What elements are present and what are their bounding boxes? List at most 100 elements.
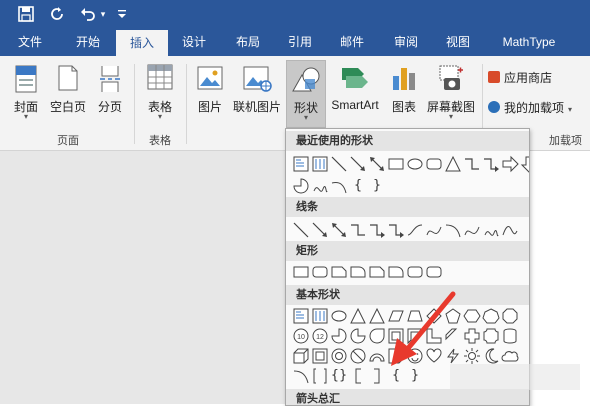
page-break-button[interactable]: 分页 [92,60,128,134]
oval-shape-icon[interactable] [406,155,424,173]
elbow-shape-icon[interactable] [463,155,481,173]
rrect-shape-icon[interactable] [425,155,443,173]
scribble-shape-icon[interactable] [311,177,329,195]
dbracket-shape-icon[interactable] [311,367,329,385]
rarrow-shape-icon[interactable] [501,155,519,173]
section-lines: 线条 [286,197,529,217]
elbowarrow-shape-icon[interactable] [368,221,386,239]
pie-shape-icon[interactable] [330,327,348,345]
tab-design[interactable]: 设计 [172,28,216,56]
darrow-shape-icon[interactable] [520,155,529,173]
vtext-shape-icon[interactable] [311,155,329,173]
cover-page-button[interactable]: 封面 ▾ [8,60,44,134]
can-shape-icon[interactable] [501,327,519,345]
pie-shape-icon[interactable] [292,177,310,195]
save-icon[interactable] [16,4,36,24]
chord-shape-icon[interactable] [349,327,367,345]
shapes-icon [291,65,321,98]
tri-shape-icon[interactable] [444,155,462,173]
brace-shape-icon[interactable]: { [349,177,367,195]
arcline-shape-icon[interactable] [444,221,462,239]
elbowarrow-shape-icon[interactable] [387,221,405,239]
elbow-shape-icon[interactable] [349,221,367,239]
oct-shape-icon[interactable] [501,307,519,325]
online-pictures-button[interactable]: 联机图片 [230,60,284,134]
arc-shape-icon[interactable] [330,177,348,195]
rect-shape-icon[interactable] [292,263,310,281]
tab-layout[interactable]: 布局 [226,28,270,56]
sq-shape-icon[interactable] [406,221,424,239]
chevron-down-icon: ▾ [303,113,308,122]
snip-shape-icon[interactable] [330,263,348,281]
table-button[interactable]: 表格 ▾ [140,60,180,134]
rrect-shape-icon[interactable] [406,263,424,281]
dec-shape-icon[interactable]: 10 [292,327,310,345]
undo-icon[interactable] [78,4,98,24]
blank-page-icon [57,64,79,95]
moon-shape-icon[interactable] [482,347,500,365]
tab-view[interactable]: 视图 [436,28,480,56]
tab-references[interactable]: 引用 [278,28,322,56]
scribble-shape-icon[interactable] [482,221,500,239]
dblarrow-shape-icon[interactable] [330,221,348,239]
plaque-shape-icon[interactable] [482,327,500,345]
dblarrow-shape-icon[interactable] [368,155,386,173]
chart-button[interactable]: 图表 [386,60,422,134]
rrect-shape-icon[interactable] [311,263,329,281]
line-shape-icon[interactable] [330,155,348,173]
cube-shape-icon[interactable] [292,347,310,365]
hept-shape-icon[interactable] [482,307,500,325]
rect-shape-icon[interactable] [387,155,405,173]
brace-shape-icon[interactable]: {} [330,367,348,385]
dodec-shape-icon[interactable]: 12 [311,327,329,345]
redo-icon[interactable] [48,4,68,24]
brace-shape-icon[interactable]: } [368,177,386,195]
arrowline-shape-icon[interactable] [311,221,329,239]
blank-page-label: 空白页 [49,100,86,114]
blank-page-button[interactable]: 空白页 [46,60,90,134]
pages-group-label: 页面 [57,135,79,147]
store-button[interactable]: 应用商店 [488,68,552,88]
round1-shape-icon[interactable] [387,263,405,281]
vtext-shape-icon[interactable] [311,307,329,325]
cloud-shape-icon[interactable] [501,347,519,365]
tab-home[interactable]: 开始 [64,28,112,56]
screenshot-button[interactable]: 屏幕截图 ▾ [424,60,478,134]
elbowarrow-shape-icon[interactable] [482,155,500,173]
donut-shape-icon[interactable] [330,347,348,365]
round1-shape-icon[interactable] [349,263,367,281]
tab-mathtype[interactable]: MathType [492,28,566,56]
tab-review[interactable]: 审阅 [384,28,428,56]
freeform-shape-icon[interactable] [501,221,519,239]
lbracket-shape-icon[interactable] [349,367,367,385]
tab-file[interactable]: 文件 [8,28,52,56]
tab-insert[interactable]: 插入 [116,30,168,56]
customize-icon[interactable] [116,4,128,24]
textbox-shape-icon[interactable] [292,155,310,173]
curve-shape-icon[interactable] [425,221,443,239]
online-pictures-icon [242,64,272,95]
shapes-button[interactable]: 形状 ▾ [286,60,326,128]
cross-shape-icon[interactable] [463,327,481,345]
svg-text:12: 12 [316,334,324,341]
smartart-icon [340,64,370,95]
smartart-button[interactable]: SmartArt [326,60,384,134]
arcline-shape-icon[interactable] [292,367,310,385]
textbox-shape-icon[interactable] [292,307,310,325]
hex-shape-icon[interactable] [463,307,481,325]
line-shape-icon[interactable] [292,221,310,239]
picture-button[interactable]: 图片 [192,60,228,134]
oval-shape-icon[interactable] [330,307,348,325]
sun-shape-icon[interactable] [463,347,481,365]
my-addins-button[interactable]: 我的加载项 ▾ [488,98,572,118]
undo-dropdown-icon[interactable]: ▾ [98,4,108,24]
tab-mailings[interactable]: 邮件 [330,28,374,56]
bevel-shape-icon[interactable] [311,347,329,365]
curve-shape-icon[interactable] [463,221,481,239]
screenshot-icon [438,64,464,95]
arrowline-shape-icon[interactable] [349,155,367,173]
noSym-shape-icon[interactable] [349,347,367,365]
tri-shape-icon[interactable] [349,307,367,325]
snip-shape-icon[interactable] [368,263,386,281]
rrect-shape-icon[interactable] [425,263,443,281]
